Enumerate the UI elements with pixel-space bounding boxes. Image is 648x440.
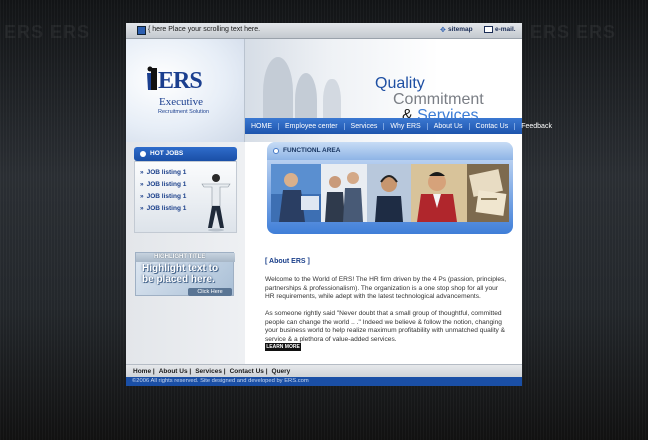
scrolling-text: { here Place your scrolling text here. — [148, 26, 261, 33]
double-arrow-icon: » — [140, 169, 144, 176]
bullet-icon — [140, 151, 146, 157]
functional-area-title: FUNCTIONL AREA — [283, 147, 341, 154]
nav-feedback[interactable]: Feedback — [514, 122, 558, 130]
silhouette-person — [263, 57, 293, 127]
nav-why-ers[interactable]: Why ERS — [383, 122, 426, 130]
photo-smiling-professional — [411, 164, 467, 222]
site-container: { here Place your scrolling text here. ✥… — [126, 23, 552, 386]
nav-contact-us[interactable]: Contac Us — [468, 122, 515, 130]
top-bar: { here Place your scrolling text here. ✥… — [126, 23, 522, 39]
jumping-man-image — [201, 174, 231, 232]
footer-link-home[interactable]: Home | — [133, 368, 155, 375]
about-heading: [ About ERS ] — [265, 258, 310, 265]
photo-strip — [271, 164, 509, 222]
photo-team-meeting — [321, 164, 367, 222]
photo-documents — [467, 164, 509, 222]
photo-call-center — [367, 164, 411, 222]
sitemap-link[interactable]: sitemap — [448, 26, 473, 33]
left-sidebar: HOT JOBS » JOB listing 1 » JOB listing 1 »… — [126, 142, 245, 364]
copyright: ©2006 All rights reserved. Site designed… — [126, 377, 522, 386]
footer-link-about[interactable]: About Us | — [159, 368, 192, 375]
hot-jobs-list: » JOB listing 1 » JOB listing 1 » JOB listi… — [134, 161, 237, 233]
double-arrow-icon: » — [140, 205, 144, 212]
click-here-button[interactable]: Click Here — [188, 288, 232, 296]
photo-office-worker — [271, 164, 321, 222]
nav-employee-center[interactable]: Employee center — [278, 122, 344, 130]
functional-area-header: FUNCTIONL AREA — [267, 142, 513, 160]
double-arrow-icon: » — [140, 181, 144, 188]
about-paragraph-2: As someone rightly said "Never doubt tha… — [265, 310, 506, 343]
email-icon — [484, 26, 493, 33]
footer-links: Home | About Us | Services | Contact Us … — [126, 364, 522, 377]
background-watermark-left: ERS ERS — [4, 22, 91, 42]
main-nav: HOME Employee center Services Why ERS Ab… — [245, 118, 552, 134]
email-link[interactable]: e-mail. — [495, 26, 516, 33]
highlight-banner[interactable]: HIGHLIGHT TITLE Highlight text to be pla… — [135, 252, 235, 296]
hot-jobs-title: HOT JOBS — [150, 150, 184, 157]
learn-more-button[interactable]: LEARN MORE — [265, 343, 301, 351]
sitemap-icon: ✥ — [440, 27, 446, 34]
bullet-icon — [273, 148, 279, 154]
logo[interactable]: ERS Executive Recruitment Solution — [126, 39, 245, 142]
nav-home[interactable]: HOME — [245, 123, 278, 130]
logo-name: Executive — [159, 96, 203, 108]
highlight-text: Highlight text to be placed here. — [142, 263, 219, 285]
job-listing[interactable]: » JOB listing 1 — [140, 193, 186, 200]
about-paragraph-1: Welcome to the World of ERS! The HR firm… — [265, 276, 507, 300]
footer-link-contact[interactable]: Contact Us | — [230, 368, 268, 375]
background-watermark-right: ERS ERS — [530, 22, 617, 42]
highlight-title: HIGHLIGHT TITLE — [154, 254, 206, 260]
hot-jobs-header: HOT JOBS — [134, 147, 237, 161]
footer-link-query[interactable]: Query — [272, 368, 291, 375]
logo-tagline: Recruitment Solution — [158, 109, 210, 115]
footer-link-services[interactable]: Services | — [195, 368, 225, 375]
job-listing[interactable]: » JOB listing 1 — [140, 205, 186, 212]
double-arrow-icon: » — [140, 193, 144, 200]
functional-area-panel: FUNCTIONL AREA — [267, 142, 513, 234]
nav-services[interactable]: Services — [343, 122, 384, 130]
job-listing[interactable]: » JOB listing 1 — [140, 181, 186, 188]
scroll-icon — [137, 26, 146, 35]
logo-mark: ERS — [151, 68, 203, 95]
nav-about-us[interactable]: About Us — [426, 122, 469, 130]
job-listing[interactable]: » JOB listing 1 — [140, 169, 186, 176]
